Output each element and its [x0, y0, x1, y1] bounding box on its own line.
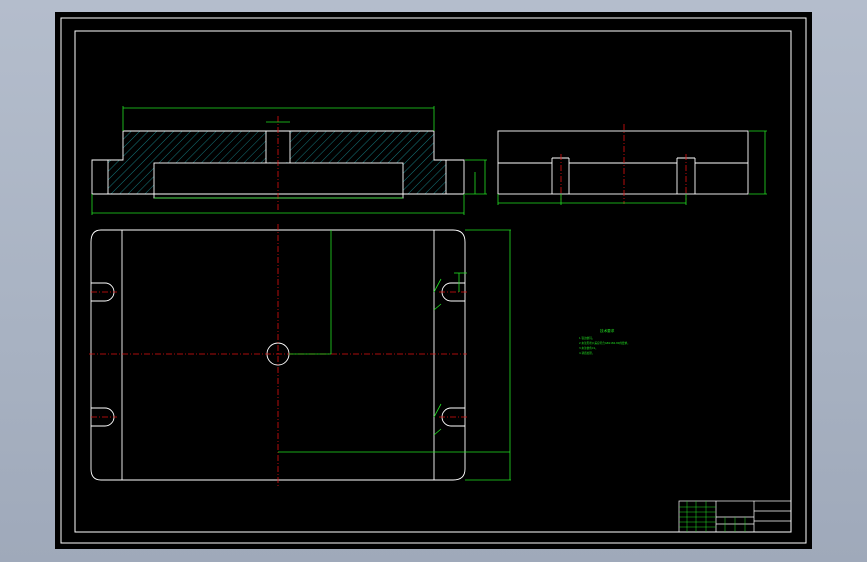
cad-drawing: 技术要求 1.锐边倒钝。 2.未注形状公差应符合GB1184-80的要求。 3.…: [60, 17, 807, 544]
section-hatch: [108, 131, 446, 194]
drawing-canvas[interactable]: 技术要求 1.锐边倒钝。 2.未注形状公差应符合GB1184-80的要求。 3.…: [55, 12, 812, 549]
outer-border: [60, 17, 807, 544]
title-block: [678, 500, 792, 533]
technical-notes: 技术要求 1.锐边倒钝。 2.未注形状公差应符合GB1184-80的要求。 3.…: [579, 328, 630, 355]
bottom-groove: [153, 162, 404, 199]
note-line-4: 4.调质处理。: [579, 351, 594, 355]
plan-view: [89, 224, 511, 487]
note-line-1: 1.锐边倒钝。: [579, 336, 594, 340]
notes-title: 技术要求: [600, 328, 615, 333]
note-line-3: 3.未注倒角C1。: [579, 346, 598, 350]
plan-outline: [90, 229, 466, 481]
inner-border: [74, 30, 792, 533]
front-section-view: [91, 106, 487, 215]
side-outline: [497, 130, 749, 195]
side-view: [497, 124, 767, 205]
note-line-2: 2.未注形状公差应符合GB1184-80的要求。: [579, 341, 630, 345]
